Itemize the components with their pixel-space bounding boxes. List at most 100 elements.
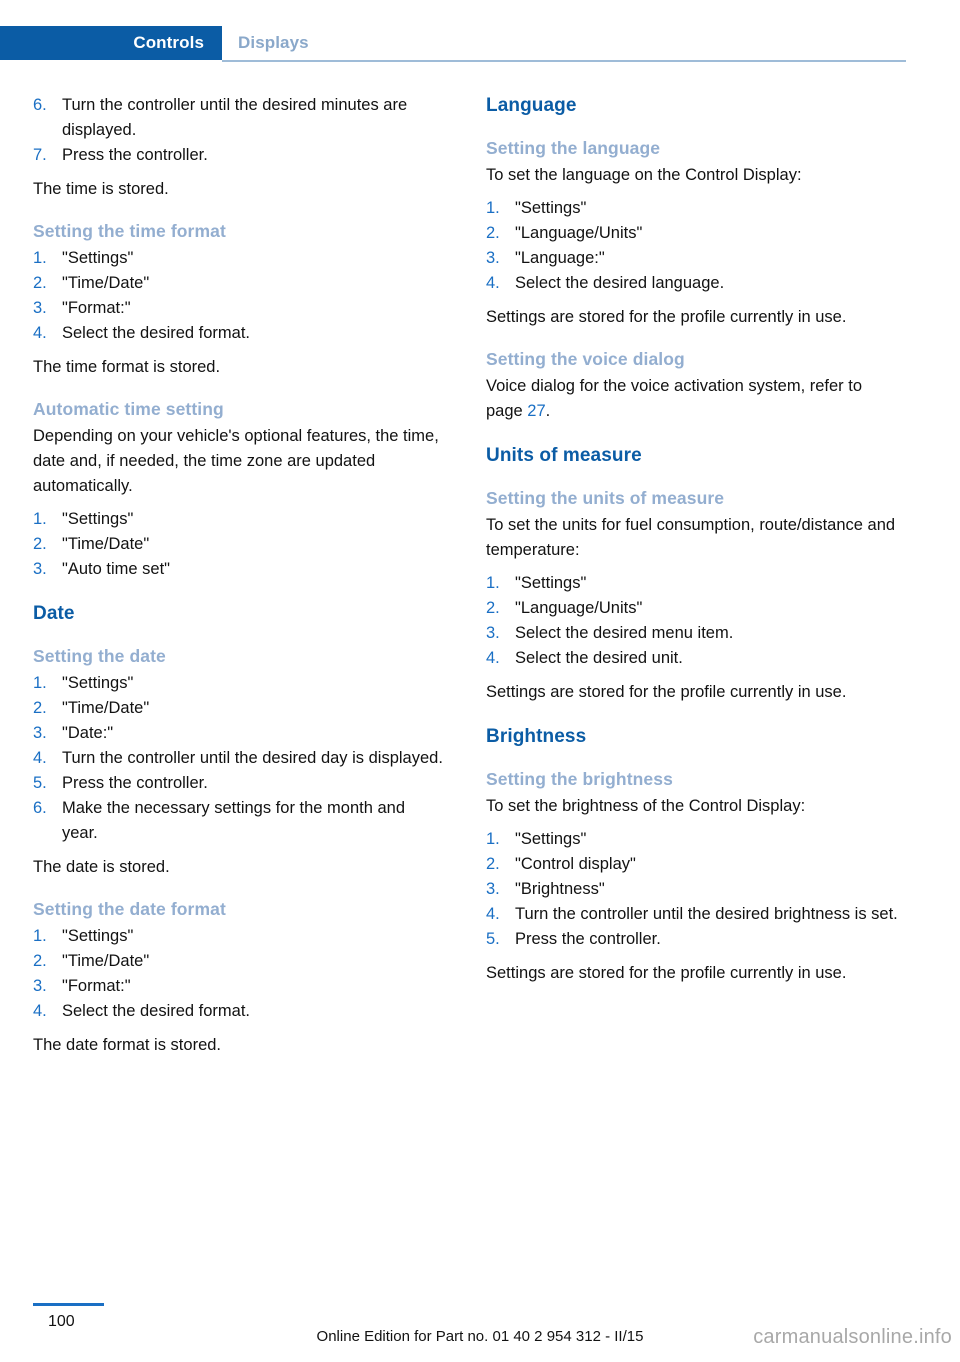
units-intro: To set the units for fuel consumption, r… <box>486 516 896 559</box>
brightness-intro: To set the brightness of the Control Dis… <box>486 797 806 815</box>
list-text: Press the controller. <box>515 930 661 948</box>
list-item: 2. "Time/Date" <box>33 271 445 296</box>
steps-date-format: 1. "Settings" 2. "Time/Date" 3. "Format:… <box>33 924 445 1024</box>
steps-setting-the-date: 1. "Settings" 2. "Time/Date" 3. "Date:" … <box>33 671 445 846</box>
list-item: 7. Press the controller. <box>33 143 445 168</box>
list-number: 2. <box>486 224 500 242</box>
list-item: 2. "Language/Units" <box>486 596 898 621</box>
list-number: 3. <box>33 560 47 578</box>
list-item: 4. Select the desired unit. <box>486 646 898 671</box>
heading-setting-the-language: Setting the language <box>486 138 661 158</box>
heading-setting-the-date-format: Setting the date format <box>33 899 226 919</box>
time-format-stored-note: The time format is stored. <box>33 358 221 376</box>
list-item: 1. "Settings" <box>33 924 445 949</box>
list-text: "Settings" <box>62 510 134 528</box>
time-stored-note: The time is stored. <box>33 180 169 198</box>
list-text: "Language/Units" <box>515 599 643 617</box>
list-item: 4. Turn the controller until the desired… <box>33 746 445 771</box>
list-number: 1. <box>33 249 47 267</box>
units-stored-note: Settings are stored for the profile curr… <box>486 683 847 701</box>
list-item: 1. "Settings" <box>33 246 445 271</box>
tab-displays-label: Displays <box>238 33 309 52</box>
list-text: "Date:" <box>62 724 114 742</box>
list-number: 3. <box>486 880 500 898</box>
list-text: "Settings" <box>62 249 134 267</box>
list-text: Select the desired format. <box>62 1002 251 1020</box>
list-text: Press the controller. <box>62 774 208 792</box>
list-text: "Settings" <box>515 199 587 217</box>
language-intro: To set the language on the Control Displ… <box>486 166 802 184</box>
list-number: 3. <box>33 724 47 742</box>
list-text: Make the necessary settings for the mont… <box>62 799 406 842</box>
list-text: "Time/Date" <box>62 274 150 292</box>
list-item: 2. "Time/Date" <box>33 949 445 974</box>
list-number: 1. <box>486 830 500 848</box>
list-item: 2. "Time/Date" <box>33 532 445 557</box>
tab-displays[interactable]: Displays <box>238 26 309 60</box>
list-item: 4. Turn the controller until the desired… <box>486 902 898 927</box>
list-number: 5. <box>486 930 500 948</box>
steps-time-format: 1. "Settings" 2. "Time/Date" 3. "Format:… <box>33 246 445 346</box>
steps-setting-the-brightness: 1. "Settings" 2. "Control display" 3. "B… <box>486 827 898 952</box>
list-number: 2. <box>33 535 47 553</box>
list-item: 1. "Settings" <box>33 507 445 532</box>
list-text: "Format:" <box>62 977 131 995</box>
list-number: 3. <box>33 299 47 317</box>
list-number: 2. <box>33 699 47 717</box>
list-number: 1. <box>486 199 500 217</box>
left-column: 6. Turn the controller until the desired… <box>33 93 445 1058</box>
list-text: "Settings" <box>62 927 134 945</box>
list-item: 2. "Language/Units" <box>486 221 898 246</box>
list-item: 3. "Date:" <box>33 721 445 746</box>
language-stored-note: Settings are stored for the profile curr… <box>486 308 847 326</box>
list-text: "Brightness" <box>515 880 605 898</box>
list-text: Select the desired unit. <box>515 649 683 667</box>
list-text: "Time/Date" <box>62 535 150 553</box>
right-column: Language Setting the language To set the… <box>486 93 898 986</box>
tab-controls[interactable]: Controls <box>0 26 222 60</box>
steps-setting-the-units: 1. "Settings" 2. "Language/Units" 3. Sel… <box>486 571 898 671</box>
list-number: 1. <box>33 674 47 692</box>
footer-divider <box>33 1303 104 1306</box>
list-number: 7. <box>33 146 47 164</box>
list-text: "Time/Date" <box>62 952 150 970</box>
steps-setting-the-language: 1. "Settings" 2. "Language/Units" 3. "La… <box>486 196 898 296</box>
list-number: 4. <box>486 905 500 923</box>
list-text: Turn the controller until the desired mi… <box>62 96 408 139</box>
voice-dialog-text-after: . <box>545 402 551 420</box>
list-number: 5. <box>33 774 47 792</box>
heading-setting-the-time-format: Setting the time format <box>33 221 226 241</box>
heading-brightness: Brightness <box>486 726 587 747</box>
list-number: 3. <box>486 624 500 642</box>
list-number: 4. <box>33 324 47 342</box>
heading-setting-the-units-of-measure: Setting the units of measure <box>486 488 725 508</box>
list-text: Press the controller. <box>62 146 208 164</box>
site-watermark: carmanualsonline.info <box>753 1326 952 1348</box>
list-item: 3. Select the desired menu item. <box>486 621 898 646</box>
voice-dialog-text: Voice dialog for the voice activation sy… <box>486 374 898 424</box>
steps-automatic-time: 1. "Settings" 2. "Time/Date" 3. "Auto ti… <box>33 507 445 582</box>
list-text: Turn the controller until the desired br… <box>515 905 898 923</box>
list-item: 2. "Control display" <box>486 852 898 877</box>
tab-controls-label: Controls <box>133 33 204 52</box>
automatic-time-intro: Depending on your vehicle's optional fea… <box>33 427 439 495</box>
list-item: 4. Select the desired language. <box>486 271 898 296</box>
list-number: 4. <box>33 1002 47 1020</box>
list-item: 3. "Format:" <box>33 296 445 321</box>
heading-automatic-time-setting: Automatic time setting <box>33 399 224 419</box>
list-number: 2. <box>486 599 500 617</box>
list-item: 6. Make the necessary settings for the m… <box>33 796 445 846</box>
page-header: Controls Displays <box>0 26 960 62</box>
heading-date: Date <box>33 603 75 624</box>
list-text: "Format:" <box>62 299 131 317</box>
list-text: "Settings" <box>515 574 587 592</box>
list-item: 5. Press the controller. <box>486 927 898 952</box>
list-item: 1. "Settings" <box>486 571 898 596</box>
header-divider <box>222 60 906 62</box>
heading-setting-the-voice-dialog: Setting the voice dialog <box>486 349 685 369</box>
list-number: 4. <box>33 749 47 767</box>
heading-language: Language <box>486 95 577 116</box>
page-reference-link[interactable]: 27 <box>527 402 545 420</box>
list-text: Select the desired menu item. <box>515 624 734 642</box>
brightness-stored-note: Settings are stored for the profile curr… <box>486 964 847 982</box>
